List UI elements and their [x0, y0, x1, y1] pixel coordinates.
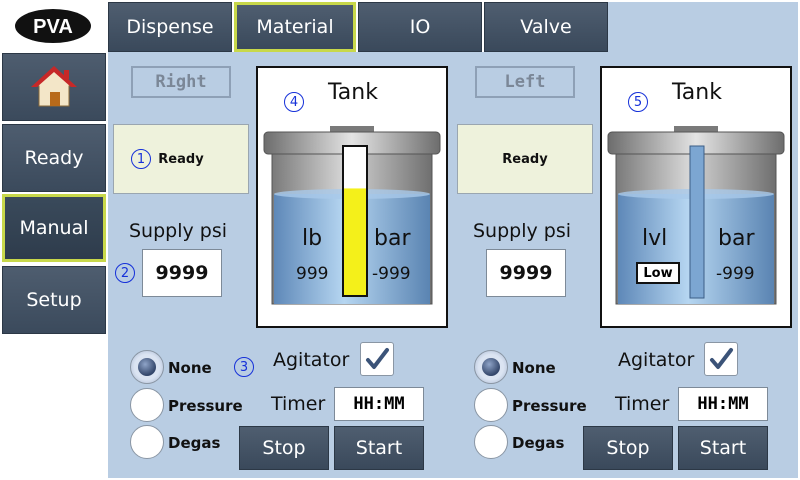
- left-radio-none[interactable]: [474, 350, 508, 384]
- right-radio-degas-label: Degas: [168, 434, 221, 452]
- callout-marker-3: 3: [234, 357, 254, 377]
- left-supply-label: Supply psi: [473, 220, 572, 242]
- nav-manual-button[interactable]: Manual: [2, 194, 106, 262]
- checkmark-icon: [366, 348, 389, 369]
- right-supply-label: Supply psi: [129, 220, 228, 242]
- checkmark-icon: [710, 348, 733, 369]
- left-side-label: Left: [475, 66, 575, 98]
- left-tank-box: 5 Tank lvl Low bar -999: [600, 66, 792, 328]
- right-radio-none[interactable]: [130, 350, 164, 384]
- right-radio-none-label: None: [168, 359, 212, 377]
- left-tank-graphic: [607, 126, 785, 305]
- right-timer-label: Timer: [271, 393, 326, 415]
- right-tank-right-unit: bar: [374, 226, 411, 251]
- left-radio-none-label: None: [512, 359, 556, 377]
- left-timer-label: Timer: [615, 393, 670, 415]
- left-supply-value: 9999: [486, 249, 566, 297]
- right-status-text: Ready: [158, 151, 204, 167]
- right-tank-left-unit: lb: [302, 226, 323, 251]
- left-radio-degas[interactable]: [474, 425, 508, 459]
- right-radio-degas[interactable]: [130, 425, 164, 459]
- nav-ready-button[interactable]: Ready: [2, 124, 106, 192]
- left-start-button[interactable]: Start: [678, 426, 768, 470]
- left-level-probe: [689, 145, 705, 299]
- left-status-text: Ready: [502, 151, 548, 167]
- left-tank-right-value: -999: [716, 264, 755, 284]
- callout-marker-2: 2: [115, 263, 135, 283]
- right-supply-value: 9999: [142, 249, 222, 297]
- right-start-button[interactable]: Start: [334, 426, 424, 470]
- right-tank-left-value: 999: [296, 264, 329, 284]
- right-timer-input[interactable]: HH:MM: [334, 387, 424, 421]
- right-agitator-checkbox[interactable]: [360, 342, 394, 376]
- right-tank-box: 4 Tank lb 999 bar -999: [256, 66, 448, 328]
- left-radio-degas-label: Degas: [512, 434, 565, 452]
- right-tank-title: Tank: [328, 80, 378, 105]
- home-icon: [31, 66, 77, 107]
- left-status-box: Ready: [457, 124, 593, 194]
- left-timer-input[interactable]: HH:MM: [678, 387, 768, 421]
- left-agitator-checkbox[interactable]: [704, 342, 738, 376]
- right-radio-pressure-label: Pressure: [168, 397, 243, 415]
- right-stop-button[interactable]: Stop: [239, 426, 329, 470]
- left-radio-pressure-label: Pressure: [512, 397, 587, 415]
- left-tank-left-unit: lvl: [642, 226, 668, 251]
- tab-dispense[interactable]: Dispense: [108, 2, 232, 52]
- right-tank-graphic: [263, 126, 441, 305]
- pva-logo: PVA: [15, 9, 91, 43]
- material-panel: Right Ready 1 Supply psi 2 9999 4 Tank l…: [108, 52, 798, 478]
- tab-material[interactable]: Material: [234, 2, 356, 52]
- left-stop-button[interactable]: Stop: [583, 426, 673, 470]
- home-button[interactable]: [2, 53, 106, 121]
- tab-io[interactable]: IO: [358, 2, 482, 52]
- left-agitator-label: Agitator: [618, 349, 695, 371]
- left-radio-pressure[interactable]: [474, 388, 508, 422]
- right-agitator-label: Agitator: [273, 349, 350, 371]
- svg-text:PVA: PVA: [33, 16, 73, 38]
- nav-setup-button[interactable]: Setup: [2, 266, 106, 334]
- left-low-badge: Low: [636, 262, 680, 284]
- right-level-fill: [344, 188, 366, 295]
- left-tank-right-unit: bar: [718, 226, 755, 251]
- callout-marker-5: 5: [628, 92, 648, 112]
- right-tank-right-value: -999: [372, 264, 411, 284]
- callout-marker-1: 1: [131, 149, 151, 169]
- tab-bar-background: [608, 2, 798, 52]
- callout-marker-4: 4: [284, 92, 304, 112]
- right-side-label: Right: [131, 66, 231, 98]
- tab-valve[interactable]: Valve: [484, 2, 608, 52]
- right-radio-pressure[interactable]: [130, 388, 164, 422]
- left-tank-title: Tank: [672, 80, 722, 105]
